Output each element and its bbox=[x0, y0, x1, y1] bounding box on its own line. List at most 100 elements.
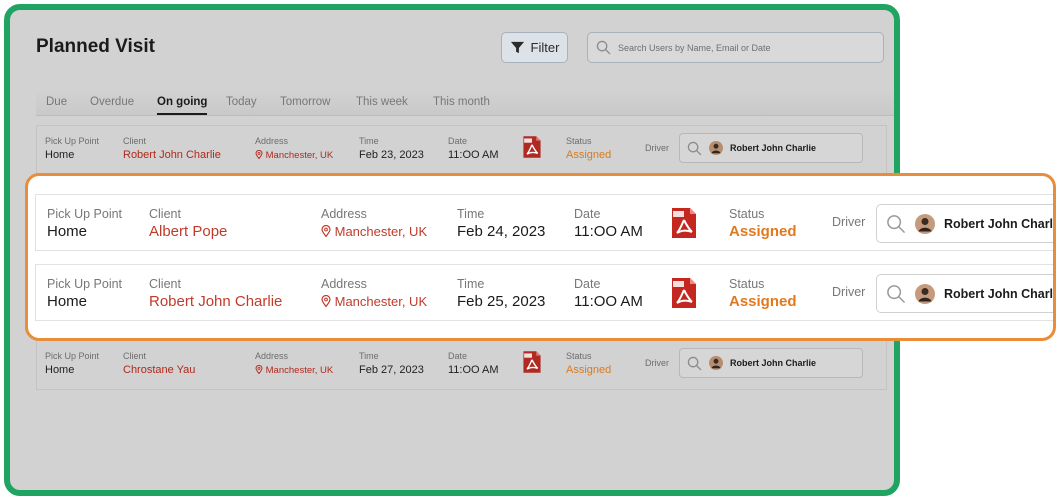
address-value: Manchester, UK bbox=[255, 365, 333, 376]
address-value: Manchester, UK bbox=[321, 224, 427, 239]
driver-selector[interactable]: Robert John Charlie bbox=[876, 274, 1056, 313]
status-value: Assigned bbox=[729, 293, 797, 310]
time-label: Time bbox=[457, 207, 485, 221]
pickup-label: Pick Up Point bbox=[47, 207, 123, 221]
date-label: Date bbox=[448, 351, 468, 361]
map-pin-icon bbox=[255, 150, 263, 160]
address-label: Address bbox=[255, 351, 289, 361]
time-value: Feb 23, 2023 bbox=[359, 149, 424, 161]
address-text: Manchester, UK bbox=[265, 365, 334, 376]
address-text: Manchester, UK bbox=[334, 224, 428, 239]
time-label: Time bbox=[359, 136, 379, 146]
date-label: Date bbox=[574, 207, 601, 221]
driver-selector[interactable]: Robert John Charlie bbox=[876, 204, 1056, 243]
status-label: Status bbox=[566, 351, 592, 361]
date-label: Date bbox=[574, 277, 601, 291]
client-label: Client bbox=[149, 277, 181, 291]
pickup-value: Home bbox=[47, 293, 88, 310]
tab-on-going[interactable]: On going bbox=[157, 96, 208, 115]
visit-row-1[interactable]: Pick Up Point Home Client Robert John Ch… bbox=[37, 126, 886, 174]
date-value: 11:OO AM bbox=[574, 293, 643, 310]
client-name-link[interactable]: Albert Pope bbox=[149, 223, 227, 240]
address-label: Address bbox=[321, 207, 367, 221]
status-label: Status bbox=[566, 136, 592, 146]
status-value: Assigned bbox=[566, 149, 612, 161]
search-icon bbox=[687, 356, 702, 370]
driver-name: Robert John Charlie bbox=[730, 358, 817, 368]
date-value: 11:OO AM bbox=[574, 223, 643, 240]
driver-avatar bbox=[915, 283, 935, 304]
map-pin-icon bbox=[321, 294, 331, 308]
driver-avatar bbox=[709, 141, 723, 155]
page-title: Planned Visit bbox=[36, 36, 155, 57]
map-pin-icon bbox=[255, 365, 263, 375]
pickup-label: Pick Up Point bbox=[45, 351, 100, 361]
driver-avatar bbox=[709, 356, 723, 370]
driver-selector[interactable]: Robert John Charlie bbox=[679, 348, 863, 378]
driver-name: Robert John Charlie bbox=[730, 143, 817, 153]
date-value: 11:OO AM bbox=[448, 149, 499, 161]
pickup-label: Pick Up Point bbox=[47, 277, 123, 291]
address-label: Address bbox=[321, 277, 367, 291]
status-value: Assigned bbox=[729, 223, 797, 240]
time-label: Time bbox=[359, 351, 379, 361]
visit-row-3[interactable]: Pick Up Point Home Client Robert John Ch… bbox=[35, 264, 1056, 321]
address-value: Manchester, UK bbox=[321, 294, 427, 309]
client-name-link[interactable]: Robert John Charlie bbox=[123, 149, 221, 161]
time-value: Feb 24, 2023 bbox=[457, 223, 546, 240]
address-label: Address bbox=[255, 136, 289, 146]
client-label: Client bbox=[123, 351, 147, 361]
pdf-file-icon[interactable] bbox=[522, 350, 542, 374]
tab-bar: Due Overdue On going Today Tomorrow This… bbox=[36, 88, 894, 116]
tab-overdue[interactable]: Overdue bbox=[90, 96, 134, 108]
status-label: Status bbox=[729, 277, 765, 291]
driver-name: Robert John Charlie bbox=[944, 286, 1056, 301]
map-pin-icon bbox=[321, 224, 331, 238]
filter-button[interactable]: Filter bbox=[501, 32, 568, 63]
visit-row-2[interactable]: Pick Up Point Home Client Albert Pope Ad… bbox=[35, 194, 1056, 251]
client-label: Client bbox=[149, 207, 181, 221]
address-value: Manchester, UK bbox=[255, 150, 333, 161]
search-icon bbox=[687, 141, 702, 155]
search-icon bbox=[887, 214, 905, 233]
client-name-link[interactable]: Chrostane Yau bbox=[123, 364, 195, 376]
tab-this-month[interactable]: This month bbox=[433, 96, 490, 108]
driver-selector[interactable]: Robert John Charlie bbox=[679, 133, 863, 163]
driver-avatar bbox=[915, 213, 935, 234]
visit-row-4[interactable]: Pick Up Point Home Client Chrostane Yau … bbox=[37, 341, 886, 389]
pdf-file-icon[interactable] bbox=[670, 207, 698, 239]
time-value: Feb 27, 2023 bbox=[359, 364, 424, 376]
driver-label: Driver bbox=[832, 285, 866, 299]
driver-label: Driver bbox=[645, 358, 669, 368]
status-label: Status bbox=[729, 207, 765, 221]
client-name-link[interactable]: Robert John Charlie bbox=[149, 293, 282, 310]
highlighted-rows: Pick Up Point Home Client Albert Pope Ad… bbox=[25, 173, 1056, 341]
pickup-value: Home bbox=[45, 364, 75, 376]
status-value: Assigned bbox=[566, 364, 612, 376]
tab-tomorrow[interactable]: Tomorrow bbox=[280, 96, 330, 108]
pickup-value: Home bbox=[47, 223, 88, 240]
driver-label: Driver bbox=[645, 143, 669, 153]
tab-this-week[interactable]: This week bbox=[356, 96, 408, 108]
time-label: Time bbox=[457, 277, 485, 291]
pdf-file-icon[interactable] bbox=[670, 277, 698, 309]
search-icon bbox=[887, 284, 905, 303]
pickup-label: Pick Up Point bbox=[45, 136, 100, 146]
driver-name: Robert John Charlie bbox=[944, 216, 1056, 231]
search-box[interactable] bbox=[587, 32, 884, 63]
search-icon bbox=[596, 40, 611, 55]
address-text: Manchester, UK bbox=[265, 150, 334, 161]
pickup-value: Home bbox=[45, 149, 75, 161]
driver-label: Driver bbox=[832, 215, 866, 229]
tab-today[interactable]: Today bbox=[226, 96, 257, 108]
search-input[interactable] bbox=[618, 42, 868, 53]
address-text: Manchester, UK bbox=[334, 294, 428, 309]
date-value: 11:OO AM bbox=[448, 364, 499, 376]
pdf-file-icon[interactable] bbox=[522, 135, 542, 159]
date-label: Date bbox=[448, 136, 468, 146]
funnel-icon bbox=[510, 41, 524, 54]
client-label: Client bbox=[123, 136, 147, 146]
tab-due[interactable]: Due bbox=[46, 96, 67, 108]
time-value: Feb 25, 2023 bbox=[457, 293, 546, 310]
filter-label: Filter bbox=[530, 40, 560, 55]
